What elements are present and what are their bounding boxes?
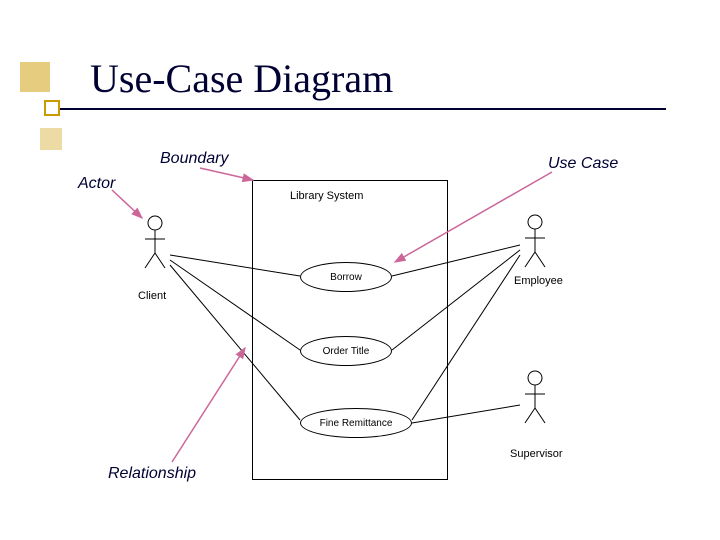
label-relationship: Relationship (108, 465, 196, 483)
actor-supervisor (520, 370, 550, 425)
title-bullet (44, 100, 60, 116)
usecase-borrow-label: Borrow (330, 272, 362, 283)
actor-client (140, 215, 170, 270)
usecase-order: Order Title (300, 336, 392, 366)
usecase-borrow: Borrow (300, 262, 392, 292)
title-underline (44, 108, 666, 110)
accent-square (20, 62, 50, 92)
accent-square (40, 128, 62, 150)
system-name: Library System (290, 190, 363, 202)
label-usecase: Use Case (548, 155, 618, 173)
actor-employee (520, 214, 550, 269)
usecase-fine-label: Fine Remittance (320, 418, 393, 429)
actor-client-label: Client (138, 290, 166, 302)
actor-employee-label: Employee (514, 275, 563, 287)
page-title: Use-Case Diagram (90, 55, 393, 102)
actor-supervisor-label: Supervisor (510, 448, 563, 460)
usecase-order-label: Order Title (323, 346, 370, 357)
usecase-fine: Fine Remittance (300, 408, 412, 438)
label-actor: Actor (78, 175, 115, 193)
label-boundary: Boundary (160, 150, 229, 168)
